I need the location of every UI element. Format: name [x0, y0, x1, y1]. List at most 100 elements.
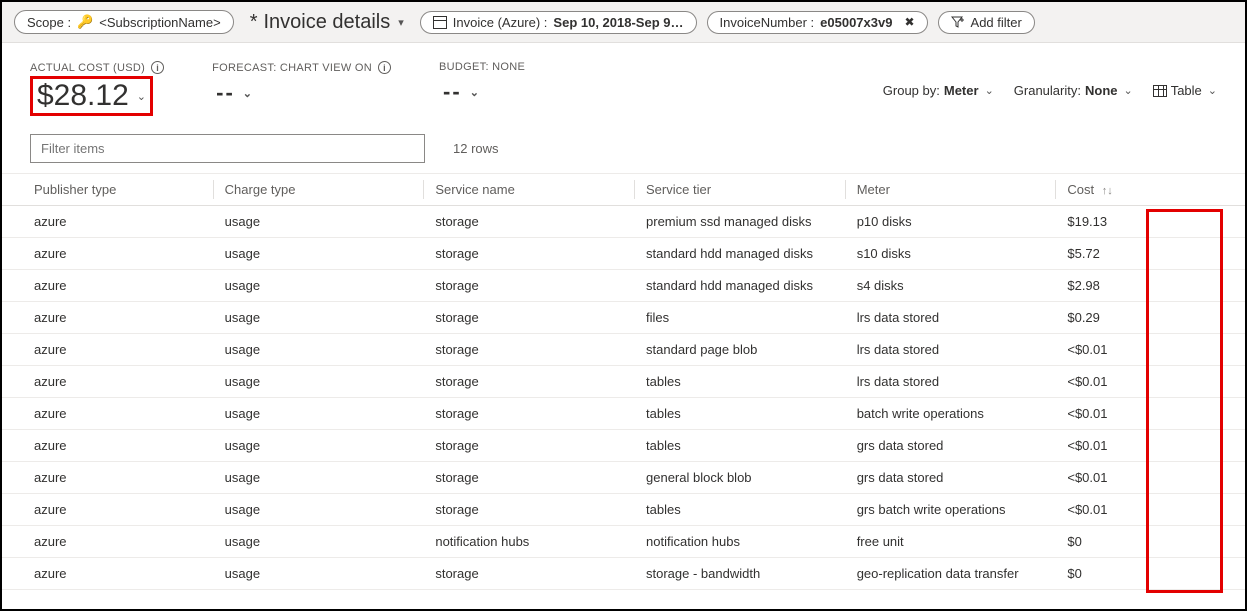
cell-publisher: azure [2, 398, 213, 430]
cell-meter: lrs data stored [845, 334, 1056, 366]
cell-publisher: azure [2, 238, 213, 270]
cell-service: storage [423, 494, 634, 526]
budget-value-dropdown[interactable]: -- ⌄ [439, 75, 485, 105]
cell-charge: usage [213, 430, 424, 462]
cell-tier: tables [634, 430, 845, 462]
table-row[interactable]: azureusagestoragetableslrs data stored<$… [2, 366, 1245, 398]
cell-tier: tables [634, 366, 845, 398]
invoice-period-label: Invoice (Azure) : [453, 15, 548, 30]
invoice-number-pill[interactable]: InvoiceNumber : e05007x3v9 ✖ [707, 11, 928, 34]
table-row[interactable]: azureusagestoragegeneral block blobgrs d… [2, 462, 1245, 494]
cell-publisher: azure [2, 366, 213, 398]
cell-charge: usage [213, 270, 424, 302]
budget-label-text: BUDGET: NONE [439, 61, 525, 73]
cell-publisher: azure [2, 334, 213, 366]
cell-charge: usage [213, 526, 424, 558]
col-cost[interactable]: Cost ↑↓ [1055, 174, 1245, 206]
table-row[interactable]: azureusagestoragestandard page bloblrs d… [2, 334, 1245, 366]
cell-tier: notification hubs [634, 526, 845, 558]
chevron-down-icon: ⌄ [985, 84, 994, 97]
calendar-icon [433, 16, 447, 29]
budget-value: -- [443, 79, 462, 105]
forecast-value-dropdown[interactable]: -- ⌄ [212, 76, 258, 106]
cell-charge: usage [213, 398, 424, 430]
forecast-label: FORECAST: CHART VIEW ON i [212, 61, 391, 74]
table-row[interactable]: azureusagestoragefileslrs data stored$0.… [2, 302, 1245, 334]
cell-charge: usage [213, 462, 424, 494]
scope-value: <SubscriptionName> [99, 15, 220, 30]
cell-publisher: azure [2, 558, 213, 590]
invoice-number-value: e05007x3v9 [820, 15, 892, 30]
view-mode-dropdown[interactable]: Table ⌄ [1153, 83, 1217, 98]
cell-charge: usage [213, 302, 424, 334]
table-row[interactable]: azureusagestoragestandard hdd managed di… [2, 238, 1245, 270]
cell-publisher: azure [2, 206, 213, 238]
cell-meter: grs data stored [845, 462, 1056, 494]
cell-cost: $0 [1055, 526, 1245, 558]
cell-meter: free unit [845, 526, 1056, 558]
cell-charge: usage [213, 206, 424, 238]
cell-charge: usage [213, 558, 424, 590]
add-filter-button[interactable]: Add filter [938, 11, 1035, 34]
cell-service: notification hubs [423, 526, 634, 558]
cell-meter: s10 disks [845, 238, 1056, 270]
cell-meter: s4 disks [845, 270, 1056, 302]
col-tier[interactable]: Service tier [634, 174, 845, 206]
filter-row: 12 rows [2, 122, 1245, 173]
scope-pill[interactable]: Scope : 🔑 <SubscriptionName> [14, 10, 234, 34]
table-row[interactable]: azureusagenotification hubsnotification … [2, 526, 1245, 558]
chevron-down-icon: ⌄ [470, 86, 481, 99]
info-icon[interactable]: i [151, 61, 164, 74]
filter-items-input[interactable] [30, 134, 425, 163]
table-header-row: Publisher type Charge type Service name … [2, 174, 1245, 206]
view-mode-label: Table [1171, 83, 1202, 98]
view-controls: Group by: Meter ⌄ Granularity: None ⌄ Ta… [883, 61, 1217, 98]
metrics-row: ACTUAL COST (USD) i $28.12 ⌄ FORECAST: C… [2, 43, 1245, 122]
col-charge[interactable]: Charge type [213, 174, 424, 206]
cost-table-wrap: Publisher type Charge type Service name … [2, 173, 1245, 590]
chevron-down-icon: ⌄ [1208, 84, 1217, 97]
cell-tier: standard page blob [634, 334, 845, 366]
chevron-down-icon: ▾ [398, 16, 404, 29]
top-filter-bar: Scope : 🔑 <SubscriptionName> * Invoice d… [2, 2, 1245, 43]
invoice-period-pill[interactable]: Invoice (Azure) : Sep 10, 2018-Sep 9… [420, 11, 697, 34]
cell-service: storage [423, 270, 634, 302]
cell-tier: standard hdd managed disks [634, 238, 845, 270]
col-service[interactable]: Service name [423, 174, 634, 206]
cell-cost: <$0.01 [1055, 462, 1245, 494]
add-filter-icon [951, 16, 965, 28]
table-row[interactable]: azureusagestoragetablesgrs batch write o… [2, 494, 1245, 526]
col-publisher[interactable]: Publisher type [2, 174, 213, 206]
table-row[interactable]: azureusagestoragepremium ssd managed dis… [2, 206, 1245, 238]
cell-charge: usage [213, 334, 424, 366]
title-dirty-marker: * [250, 11, 258, 34]
cell-service: storage [423, 206, 634, 238]
cell-service: storage [423, 430, 634, 462]
table-row[interactable]: azureusagestoragetablesgrs data stored<$… [2, 430, 1245, 462]
cell-cost: <$0.01 [1055, 398, 1245, 430]
actual-cost-value-dropdown[interactable]: $28.12 ⌄ [30, 76, 153, 116]
table-row[interactable]: azureusagestoragestorage - bandwidthgeo-… [2, 558, 1245, 590]
cell-charge: usage [213, 494, 424, 526]
cell-tier: tables [634, 398, 845, 430]
cell-service: storage [423, 558, 634, 590]
chevron-down-icon: ⌄ [1123, 84, 1132, 97]
table-row[interactable]: azureusagestoragestandard hdd managed di… [2, 270, 1245, 302]
col-meter[interactable]: Meter [845, 174, 1056, 206]
cell-service: storage [423, 334, 634, 366]
page-title-dropdown[interactable]: * Invoice details ▾ [244, 11, 410, 34]
info-icon[interactable]: i [378, 61, 391, 74]
cell-meter: lrs data stored [845, 302, 1056, 334]
remove-filter-icon[interactable]: ✖ [904, 15, 914, 29]
cell-publisher: azure [2, 430, 213, 462]
granularity-dropdown[interactable]: Granularity: None ⌄ [1014, 83, 1133, 98]
group-by-dropdown[interactable]: Group by: Meter ⌄ [883, 83, 994, 98]
table-row[interactable]: azureusagestoragetablesbatch write opera… [2, 398, 1245, 430]
actual-cost-value: $28.12 [37, 79, 129, 113]
cell-service: storage [423, 238, 634, 270]
cell-cost: $0 [1055, 558, 1245, 590]
forecast-block: FORECAST: CHART VIEW ON i -- ⌄ [212, 61, 391, 106]
forecast-label-text: FORECAST: CHART VIEW ON [212, 62, 372, 74]
cell-meter: lrs data stored [845, 366, 1056, 398]
cell-tier: standard hdd managed disks [634, 270, 845, 302]
